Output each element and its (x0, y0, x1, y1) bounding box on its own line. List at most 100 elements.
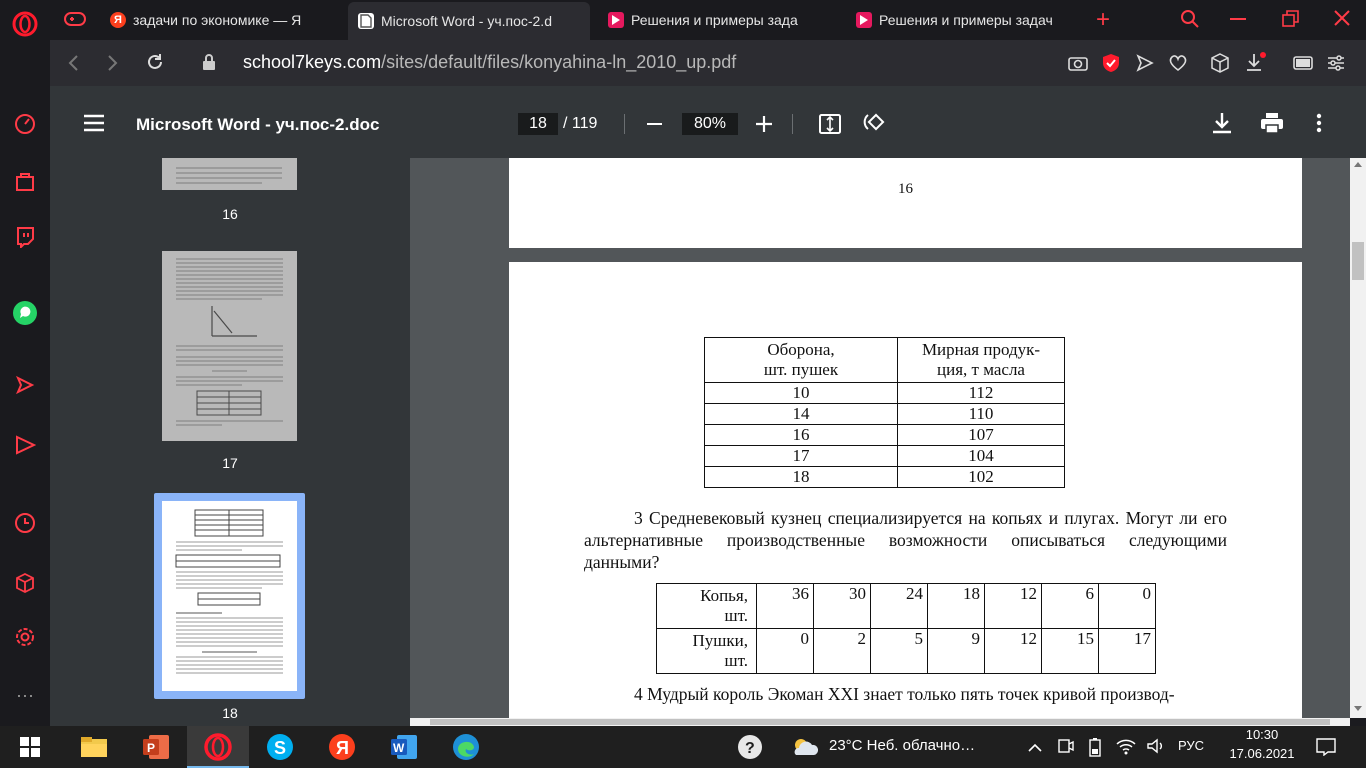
lock-icon[interactable] (202, 53, 216, 76)
skype-icon[interactable]: S (265, 732, 295, 762)
history-icon[interactable] (12, 510, 38, 536)
print-icon[interactable] (1260, 112, 1284, 139)
tab-solutions-1[interactable]: Решения и примеры зада (598, 4, 838, 36)
camera-tray-icon[interactable] (1057, 737, 1075, 760)
forward-icon[interactable] (106, 54, 120, 77)
zoom-input[interactable]: 80% (682, 113, 738, 135)
camera-icon[interactable] (1068, 54, 1088, 77)
opera-logo-icon[interactable] (12, 11, 38, 37)
chevron-up-icon[interactable] (1028, 740, 1042, 758)
table-row: Копья, шт. 36 30 24 18 12 6 0 (656, 583, 1156, 629)
tab-yandex-search[interactable]: Я задачи по экономике — Я (100, 4, 340, 36)
horizontal-scrollbar[interactable] (410, 718, 1350, 726)
document-title: Microsoft Word - уч.пос-2.doc (136, 115, 380, 134)
tab-label: Решения и примеры зада (631, 12, 798, 28)
smith-production-table: Копья, шт. 36 30 24 18 12 6 0 Пушки, шт.… (656, 583, 1156, 674)
send-page-icon[interactable] (1136, 54, 1154, 77)
thumbnail-page-18[interactable] (162, 501, 297, 691)
svg-text:W: W (393, 741, 405, 755)
tab-label: задачи по экономике — Я (133, 12, 302, 28)
menu-icon[interactable] (83, 114, 105, 137)
thumbnails-panel: 16 17 18 (50, 158, 410, 726)
row-label: Пушки, шт. (656, 628, 757, 674)
help-icon[interactable]: ? (735, 732, 765, 762)
address-bar: school7keys.com/sites/default/files/kony… (50, 40, 1366, 86)
heart-icon[interactable] (1168, 54, 1188, 77)
url-field[interactable]: school7keys.com/sites/default/files/kony… (243, 52, 736, 73)
volume-icon[interactable] (1146, 737, 1166, 760)
table-cell: 0 (1098, 583, 1156, 629)
zoom-out-icon[interactable] (647, 123, 662, 125)
more-actions-icon[interactable] (1316, 113, 1322, 138)
toolbar-divider (624, 114, 625, 134)
table-header: Оборона, шт. пушек (704, 337, 898, 383)
reload-icon[interactable] (145, 52, 165, 77)
weather-icon[interactable] (790, 732, 820, 762)
vertical-scrollbar[interactable] (1350, 158, 1366, 718)
extensions-cube-icon[interactable] (1210, 53, 1230, 78)
back-icon[interactable] (66, 54, 80, 77)
new-tab-icon[interactable]: + (1096, 8, 1110, 32)
cube-icon[interactable] (12, 570, 38, 596)
scroll-up-icon[interactable] (1354, 162, 1362, 167)
table-cell: 0 (756, 628, 814, 674)
battery-tray-icon[interactable] (1088, 737, 1102, 762)
download-icon[interactable] (1244, 52, 1266, 79)
table-row: 14 110 (704, 403, 1065, 425)
thumbnail-page-16[interactable] (162, 158, 297, 190)
scrollbar-thumb[interactable] (1352, 242, 1364, 280)
language-indicator[interactable]: РУС (1178, 738, 1204, 753)
yandex-icon: Я (110, 12, 126, 28)
powerpoint-icon[interactable]: P (141, 732, 171, 762)
tab-pdf-active[interactable]: Microsoft Word - уч.пос-2.d (348, 2, 590, 40)
search-tabs-icon[interactable] (1180, 9, 1200, 34)
shield-icon[interactable] (1102, 53, 1120, 78)
more-icon[interactable]: ··· (12, 682, 38, 708)
shopping-bag-icon[interactable] (12, 168, 38, 194)
messenger-icon[interactable] (12, 372, 38, 398)
wifi-icon[interactable] (1115, 737, 1137, 760)
table-cell: 107 (897, 424, 1065, 446)
tab-strip: Я задачи по экономике — Я Microsoft Word… (50, 0, 1366, 40)
clock-time[interactable]: 10:30 (1222, 727, 1302, 742)
table-cell: 18 (927, 583, 985, 629)
send-icon[interactable] (12, 432, 38, 458)
settings-icon[interactable] (12, 624, 38, 650)
windows-start-icon[interactable] (15, 732, 45, 762)
zoom-in-icon[interactable] (755, 115, 773, 138)
notifications-icon[interactable] (1316, 738, 1336, 761)
fit-page-icon[interactable] (818, 112, 842, 141)
scroll-down-icon[interactable] (1354, 706, 1362, 711)
tab-label: Решения и примеры задач (879, 12, 1053, 28)
gamepad-icon[interactable] (64, 10, 86, 33)
close-window-icon[interactable] (1333, 9, 1351, 32)
word-icon[interactable]: W (389, 732, 419, 762)
restore-icon[interactable] (1282, 10, 1300, 33)
twitch-icon[interactable] (12, 224, 38, 250)
page-number-input[interactable]: 18 (518, 113, 558, 135)
opera-taskbar-icon[interactable] (203, 732, 233, 762)
battery-icon[interactable] (1293, 56, 1315, 75)
minimize-icon[interactable] (1230, 18, 1246, 20)
edge-icon[interactable] (451, 732, 481, 762)
pdf-viewer[interactable]: 16 Оборона, шт. пушек Мирная продук- ция… (410, 158, 1350, 718)
table-cell: 15 (1041, 628, 1099, 674)
yandex-browser-icon[interactable]: Я (327, 732, 357, 762)
easy-setup-icon[interactable] (1326, 53, 1346, 78)
file-explorer-icon[interactable] (79, 732, 109, 762)
hscrollbar-thumb[interactable] (430, 719, 1330, 725)
thumbnail-page-17[interactable] (162, 251, 297, 441)
tab-solutions-2[interactable]: Решения и примеры задач (846, 4, 1086, 36)
table-cell: 112 (897, 382, 1065, 404)
table-cell: 104 (897, 445, 1065, 467)
whatsapp-icon[interactable] (12, 300, 38, 326)
table-cell: 12 (984, 628, 1042, 674)
clock-date[interactable]: 17.06.2021 (1222, 746, 1302, 761)
download-pdf-icon[interactable] (1210, 111, 1234, 140)
row-label: Копья, шт. (656, 583, 757, 629)
weather-text[interactable]: 23°C Неб. облачно… (829, 737, 975, 754)
rotate-icon[interactable] (863, 111, 887, 140)
table-cell: 14 (704, 403, 898, 425)
table-cell: 2 (813, 628, 871, 674)
speed-dial-icon[interactable] (12, 110, 38, 136)
